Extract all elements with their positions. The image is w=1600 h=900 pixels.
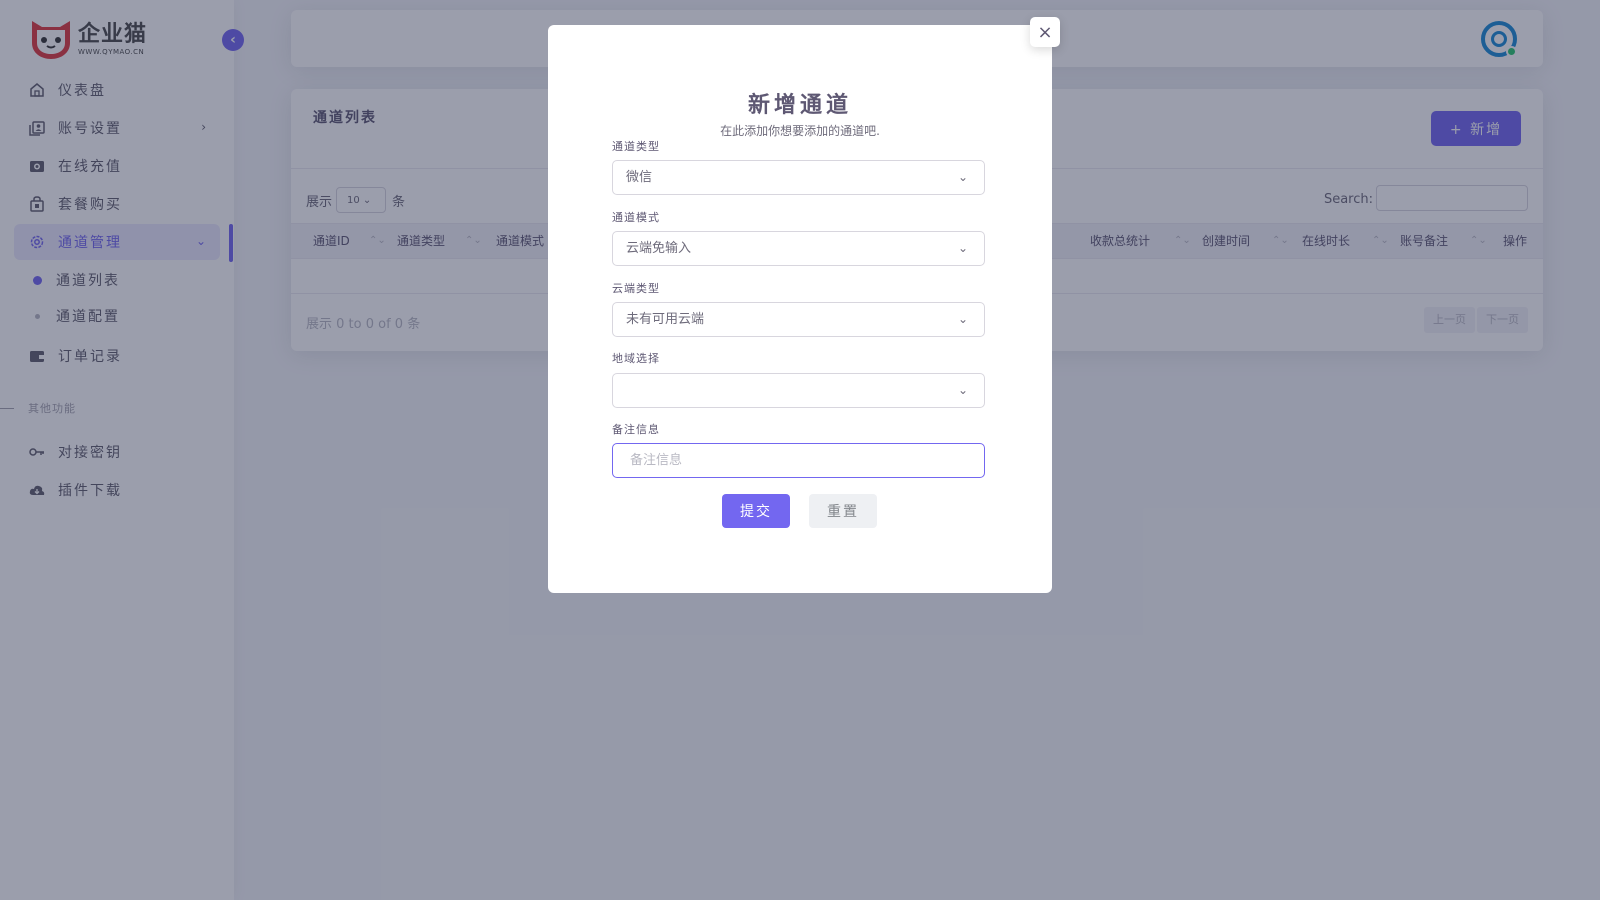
channel-mode-value: 云端免输入 bbox=[626, 241, 692, 256]
remark-input[interactable]: 备注信息 bbox=[612, 443, 985, 478]
modal-title: 新增通道 bbox=[747, 93, 852, 118]
channel-type-label: 通道类型 bbox=[612, 140, 660, 153]
chevron-down-icon: ⌄ bbox=[957, 312, 968, 326]
cloud-type-value: 未有可用云端 bbox=[626, 312, 705, 327]
channel-type-select[interactable]: 微信 ⌄ bbox=[612, 160, 985, 195]
reset-button[interactable]: 重置 bbox=[809, 494, 877, 528]
channel-mode-label: 通道模式 bbox=[612, 211, 660, 224]
channel-mode-select[interactable]: 云端免输入 ⌄ bbox=[612, 231, 985, 266]
region-select[interactable]: ⌄ bbox=[612, 373, 985, 408]
chevron-down-icon: ⌄ bbox=[957, 170, 968, 184]
region-label: 地域选择 bbox=[612, 352, 660, 365]
cloud-type-select[interactable]: 未有可用云端 ⌄ bbox=[612, 302, 985, 337]
cloud-type-label: 云端类型 bbox=[612, 282, 660, 295]
chevron-down-icon: ⌄ bbox=[957, 241, 968, 255]
close-button[interactable]: × bbox=[1030, 17, 1060, 47]
remark-label: 备注信息 bbox=[612, 423, 660, 436]
add-channel-modal: 新增通道 在此添加你想要添加的通道吧. 通道类型 微信 ⌄ 通道模式 云端免输入… bbox=[548, 25, 1052, 593]
modal-subtitle: 在此添加你想要添加的通道吧. bbox=[720, 124, 880, 138]
channel-type-value: 微信 bbox=[626, 170, 653, 185]
chevron-down-icon: ⌄ bbox=[957, 383, 968, 397]
submit-button[interactable]: 提交 bbox=[722, 494, 790, 528]
